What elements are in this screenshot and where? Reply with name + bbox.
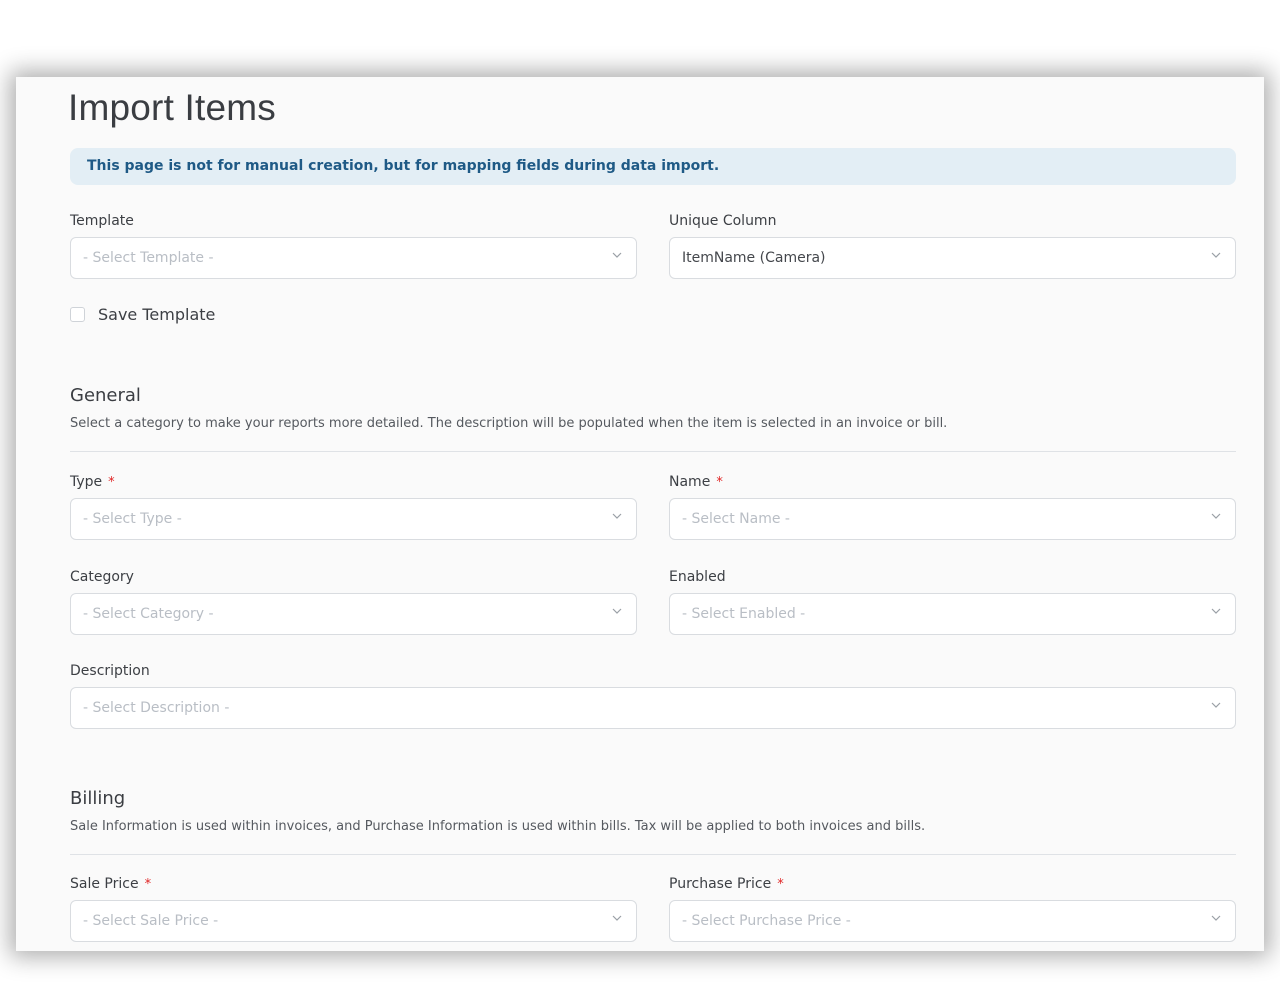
purchase-price-field: Purchase Price * - Select Purchase Price … [669, 874, 1236, 942]
sale-price-label: Sale Price * [70, 876, 152, 892]
type-label: Type * [70, 474, 115, 490]
save-template-row: Save Template [70, 304, 215, 324]
info-alert: This page is not for manual creation, bu… [70, 148, 1236, 185]
purchase-price-select[interactable]: - Select Purchase Price - [669, 900, 1236, 942]
purchase-price-label: Purchase Price * [669, 876, 784, 892]
name-select[interactable]: - Select Name - [669, 498, 1236, 540]
name-field: Name * - Select Name - [669, 472, 1236, 540]
sale-price-placeholder: - Select Sale Price - [83, 913, 219, 929]
unique-column-field: Unique Column ItemName (Camera) [669, 211, 1236, 279]
chevron-down-icon [1211, 700, 1221, 710]
category-select[interactable]: - Select Category - [70, 593, 637, 635]
general-section-title: General [70, 385, 141, 406]
template-label: Template [70, 213, 134, 229]
save-template-checkbox[interactable] [70, 306, 85, 322]
type-placeholder: - Select Type - [83, 511, 182, 527]
unique-column-label: Unique Column [669, 213, 777, 229]
template-placeholder: - Select Template - [83, 250, 214, 266]
enabled-field: Enabled - Select Enabled - [669, 567, 1236, 635]
required-marker: * [108, 475, 115, 490]
required-marker: * [777, 877, 784, 892]
general-divider [70, 451, 1236, 452]
description-field: Description - Select Description - [70, 661, 1236, 729]
enabled-label: Enabled [669, 569, 726, 585]
import-items-window: Import Items This page is not for manual… [16, 77, 1264, 951]
category-placeholder: - Select Category - [83, 606, 214, 622]
type-field: Type * - Select Type - [70, 472, 637, 540]
type-select[interactable]: - Select Type - [70, 498, 637, 540]
billing-divider [70, 854, 1236, 855]
page-title: Import Items [68, 87, 276, 128]
chevron-down-icon [1211, 913, 1221, 923]
enabled-placeholder: - Select Enabled - [682, 606, 806, 622]
sale-price-field: Sale Price * - Select Sale Price - [70, 874, 637, 942]
save-template-label[interactable]: Save Template [98, 305, 215, 324]
required-marker: * [144, 877, 152, 892]
sale-price-select[interactable]: - Select Sale Price - [70, 900, 637, 942]
chevron-down-icon [1211, 250, 1221, 260]
chevron-down-icon [612, 913, 622, 923]
chevron-down-icon [612, 606, 622, 616]
billing-section-title: Billing [70, 788, 126, 809]
template-select[interactable]: - Select Template - [70, 237, 637, 279]
unique-column-value: ItemName (Camera) [682, 250, 826, 266]
name-placeholder: - Select Name - [682, 511, 790, 527]
purchase-price-placeholder: - Select Purchase Price - [682, 913, 851, 929]
billing-section-description: Sale Information is used within invoices… [70, 819, 926, 834]
required-marker: * [716, 475, 723, 490]
description-label: Description [70, 663, 150, 679]
chevron-down-icon [612, 511, 622, 521]
general-section-description: Select a category to make your reports m… [70, 416, 948, 431]
description-placeholder: - Select Description - [83, 700, 230, 716]
unique-column-select[interactable]: ItemName (Camera) [669, 237, 1236, 279]
name-label: Name * [669, 474, 723, 490]
enabled-select[interactable]: - Select Enabled - [669, 593, 1236, 635]
chevron-down-icon [612, 250, 622, 260]
chevron-down-icon [1211, 511, 1221, 521]
description-select[interactable]: - Select Description - [70, 687, 1236, 729]
category-label: Category [70, 569, 134, 585]
template-field: Template - Select Template - [70, 211, 637, 279]
chevron-down-icon [1211, 606, 1221, 616]
category-field: Category - Select Category - [70, 567, 637, 635]
